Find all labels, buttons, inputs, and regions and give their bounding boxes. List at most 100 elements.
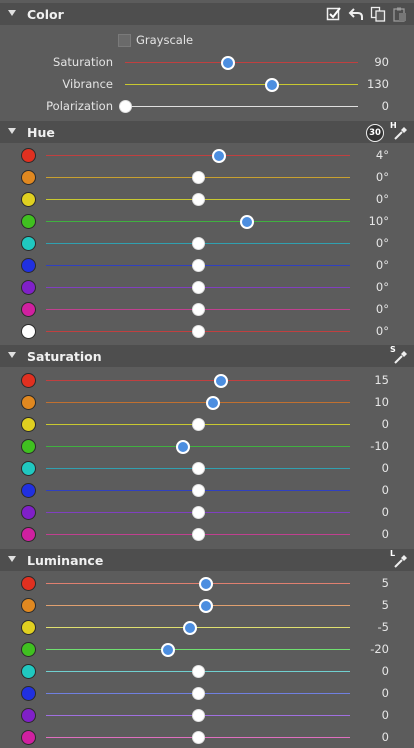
saturation-section-header[interactable]: Saturation S <box>0 345 414 367</box>
saturation-thumb[interactable] <box>213 374 228 388</box>
saturation-thumb[interactable] <box>206 396 221 410</box>
saturation-row: 0 <box>0 523 414 545</box>
hue-track[interactable] <box>46 221 350 222</box>
saturation-thumb[interactable] <box>191 462 205 475</box>
hue-thumb[interactable] <box>191 259 205 272</box>
color-swatch <box>21 258 36 273</box>
saturation-track[interactable] <box>46 446 350 447</box>
luminance-track[interactable] <box>46 649 350 650</box>
hue-thumb[interactable] <box>191 193 205 206</box>
luminance-track[interactable] <box>46 627 350 628</box>
saturation-value: -10 <box>370 439 389 453</box>
saturation-thumb[interactable] <box>191 528 205 541</box>
saturation-track[interactable] <box>46 402 350 403</box>
saturation-value: 0 <box>381 483 389 497</box>
slider-track[interactable] <box>125 62 358 63</box>
eyedropper-icon[interactable] <box>393 349 409 365</box>
collapse-triangle-icon[interactable] <box>8 10 16 16</box>
slider-value: 90 <box>374 55 389 69</box>
color-swatch <box>21 598 36 613</box>
saturation-thumb[interactable] <box>175 440 190 454</box>
slider-thumb[interactable] <box>118 100 132 113</box>
hue-thumb[interactable] <box>212 149 227 163</box>
color-swatch <box>21 686 36 701</box>
collapse-triangle-icon[interactable] <box>8 352 16 358</box>
hue-row: 0° <box>0 188 414 210</box>
saturation-thumb[interactable] <box>191 506 205 519</box>
saturation-row: 0 <box>0 501 414 523</box>
hue-thumb[interactable] <box>191 171 205 184</box>
saturation-track[interactable] <box>46 380 350 381</box>
saturation-picker[interactable]: S <box>390 345 409 365</box>
luminance-thumb[interactable] <box>191 687 205 700</box>
checkbox-icon[interactable] <box>326 6 342 22</box>
hue-section-header[interactable]: Hue 30 H <box>0 121 414 143</box>
luminance-value: 5 <box>381 598 389 612</box>
slider-row-vibrance: Vibrance 130 <box>0 73 414 95</box>
saturation-thumb[interactable] <box>191 484 205 497</box>
copy-icon[interactable] <box>370 6 386 22</box>
slider-label: Polarization <box>46 99 113 113</box>
slider-label: Vibrance <box>62 77 113 91</box>
luminance-section-header[interactable]: Luminance L <box>0 549 414 571</box>
luminance-thumb[interactable] <box>183 621 198 635</box>
eyedropper-icon[interactable] <box>393 553 409 569</box>
eyedropper-icon[interactable] <box>393 125 409 141</box>
color-section-header[interactable]: Color <box>0 3 414 25</box>
color-swatch <box>21 576 36 591</box>
slider-track[interactable] <box>125 106 358 107</box>
color-swatch <box>21 620 36 635</box>
color-swatch <box>21 170 36 185</box>
collapse-triangle-icon[interactable] <box>8 556 16 562</box>
undo-icon[interactable] <box>348 6 364 22</box>
hue-value: 0° <box>375 258 389 272</box>
color-swatch <box>21 373 36 388</box>
hue-thumb[interactable] <box>191 325 205 338</box>
grayscale-checkbox[interactable] <box>118 34 131 47</box>
hue-thumb[interactable] <box>191 281 205 294</box>
hue-row: 0° <box>0 276 414 298</box>
hue-thumb[interactable] <box>239 215 254 229</box>
saturation-value: 10 <box>374 395 389 409</box>
hue-row: 4° <box>0 144 414 166</box>
hue-thumb[interactable] <box>191 303 205 316</box>
slider-row-saturation: Saturation 90 <box>0 51 414 73</box>
hue-picker[interactable]: H <box>390 121 409 141</box>
color-swatch <box>21 192 36 207</box>
luminance-row: 0 <box>0 682 414 704</box>
saturation-value: 0 <box>381 461 389 475</box>
luminance-row: 0 <box>0 726 414 748</box>
color-swatch <box>21 280 36 295</box>
hue-step-badge[interactable]: 30 <box>366 124 384 142</box>
luminance-thumb[interactable] <box>198 577 213 591</box>
saturation-thumb[interactable] <box>191 418 205 431</box>
luminance-value: 0 <box>381 708 389 722</box>
hue-thumb[interactable] <box>191 237 205 250</box>
color-swatch <box>21 395 36 410</box>
slider-thumb[interactable] <box>220 56 235 70</box>
slider-thumb[interactable] <box>264 78 279 92</box>
hue-track[interactable] <box>46 155 350 156</box>
hue-value: 0° <box>375 170 389 184</box>
slider-value: 0 <box>381 99 389 113</box>
hue-value: 4° <box>375 148 389 162</box>
luminance-thumb[interactable] <box>198 599 213 613</box>
luminance-row: 5 <box>0 594 414 616</box>
luminance-thumb[interactable] <box>160 643 175 657</box>
paste-icon[interactable] <box>392 6 408 22</box>
color-swatch <box>21 148 36 163</box>
luminance-thumb[interactable] <box>191 709 205 722</box>
saturation-row: 0 <box>0 457 414 479</box>
luminance-value: -20 <box>370 642 389 656</box>
color-swatch <box>21 214 36 229</box>
luminance-picker[interactable]: L <box>390 549 409 569</box>
hue-value: 0° <box>375 192 389 206</box>
luminance-thumb[interactable] <box>191 731 205 744</box>
hue-row: 0° <box>0 166 414 188</box>
luminance-thumb[interactable] <box>191 665 205 678</box>
collapse-triangle-icon[interactable] <box>8 128 16 134</box>
luminance-value: 0 <box>381 664 389 678</box>
luminance-value: -5 <box>377 620 389 634</box>
color-swatch <box>21 302 36 317</box>
slider-track[interactable] <box>125 84 358 85</box>
